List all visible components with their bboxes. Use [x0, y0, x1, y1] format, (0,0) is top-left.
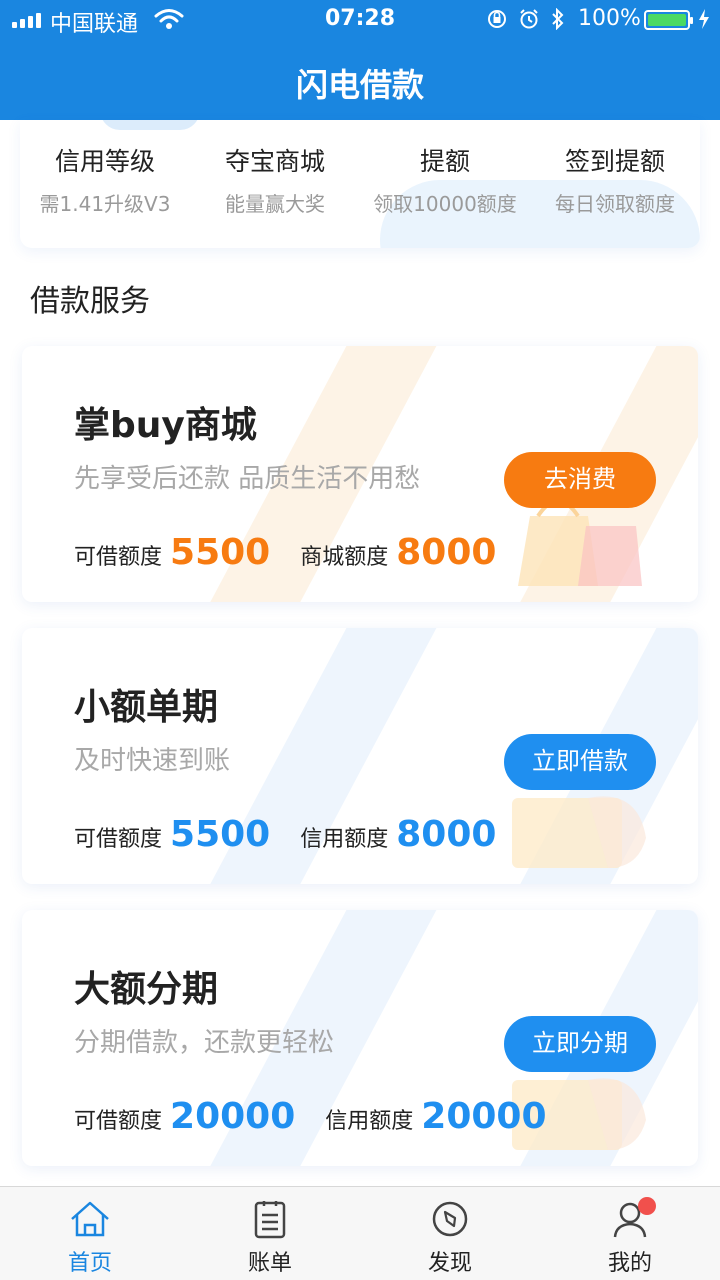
installment-now-button[interactable]: 立即分期 — [504, 1016, 656, 1072]
tab-discover[interactable]: 发现 — [360, 1187, 540, 1280]
loan-card-large-installment[interactable]: 大额分期 分期借款，还款更轻松 立即分期 可借额度 20000 信用额度 200… — [22, 910, 698, 1166]
quick-entries-card: 信用等级 需1.41升级V3 夺宝商城 能量赢大奖 提额 领取10000额度 签… — [20, 120, 700, 248]
quick-entry-subtitle: 领取10000额度 — [373, 192, 517, 216]
home-icon — [71, 1201, 109, 1237]
product-name: 大额分期 — [74, 969, 219, 1010]
orientation-lock-icon — [488, 10, 506, 28]
product-name: 小额单期 — [74, 687, 219, 728]
compass-icon — [432, 1201, 468, 1237]
notification-badge — [638, 1197, 656, 1215]
quick-entry-title: 信用等级 — [54, 147, 155, 176]
credit-quota-value: 8000 — [396, 814, 497, 855]
alarm-icon — [520, 9, 538, 29]
borrow-now-button[interactable]: 立即借款 — [504, 734, 656, 790]
page-title: 闪电借款 — [295, 66, 424, 104]
loan-card-small-single[interactable]: 小额单期 及时快速到账 立即借款 可借额度 5500 信用额度 8000 — [22, 628, 698, 884]
quick-entry-title: 夺宝商城 — [224, 147, 325, 176]
quick-entry-subtitle: 每日领取额度 — [555, 192, 675, 216]
product-description: 分期借款，还款更轻松 — [74, 1028, 335, 1058]
available-quota-value: 20000 — [170, 1096, 296, 1137]
quota-row: 可借额度 20000 信用额度 20000 — [74, 1096, 577, 1137]
quick-entry-treasure-mall[interactable]: 夺宝商城 能量赢大奖 — [190, 120, 360, 248]
available-quota-label: 可借额度 — [74, 827, 163, 852]
bottom-tab-bar: 首页 账单 发现 我的 — [0, 1186, 720, 1280]
quick-entry-subtitle: 能量赢大奖 — [225, 192, 325, 216]
status-icons — [486, 8, 566, 30]
product-description: 先享受后还款 品质生活不用愁 — [74, 464, 421, 494]
bluetooth-icon — [552, 8, 564, 30]
quick-entry-title: 提额 — [419, 147, 470, 176]
bill-icon — [254, 1201, 286, 1239]
tab-home[interactable]: 首页 — [0, 1187, 180, 1280]
top-bar: 中国联通 07:28 100% 闪电借款 — [0, 0, 720, 120]
available-quota-value: 5500 — [170, 814, 271, 855]
loan-card-mall[interactable]: 掌buy商城 先享受后还款 品质生活不用愁 去消费 可借额度 5500 商城额度… — [22, 346, 698, 602]
tab-label: 账单 — [247, 1251, 292, 1276]
battery-icon — [644, 10, 693, 30]
quick-entry-title: 签到提额 — [564, 147, 665, 176]
credit-quota-value: 20000 — [421, 1096, 547, 1137]
product-name: 掌buy商城 — [74, 405, 257, 446]
tab-label: 我的 — [607, 1251, 652, 1276]
tab-label: 首页 — [67, 1251, 112, 1276]
battery-percent: 100% — [578, 6, 641, 31]
mall-quota-value: 8000 — [396, 532, 497, 573]
quota-row: 可借额度 5500 信用额度 8000 — [74, 814, 526, 855]
product-description: 及时快速到账 — [74, 746, 231, 776]
quick-entry-credit-level[interactable]: 信用等级 需1.41升级V3 — [20, 120, 190, 248]
tab-mine[interactable]: 我的 — [540, 1187, 720, 1280]
quick-entry-raise-limit[interactable]: 提额 领取10000额度 — [360, 120, 530, 248]
section-title: 借款服务 — [30, 284, 150, 319]
charging-icon — [699, 9, 709, 29]
available-quota-label: 可借额度 — [74, 1109, 163, 1134]
quick-entry-subtitle: 需1.41升级V3 — [39, 192, 171, 216]
available-quota-label: 可借额度 — [74, 545, 163, 570]
shop-button[interactable]: 去消费 — [504, 452, 656, 508]
available-quota-value: 5500 — [170, 532, 271, 573]
quick-entry-checkin[interactable]: 签到提额 每日领取额度 — [530, 120, 700, 248]
credit-quota-label: 信用额度 — [325, 1109, 414, 1134]
tab-bill[interactable]: 账单 — [180, 1187, 360, 1280]
quota-row: 可借额度 5500 商城额度 8000 — [74, 532, 526, 573]
status-bar: 中国联通 07:28 100% — [0, 0, 720, 40]
credit-quota-label: 信用额度 — [300, 827, 389, 852]
mall-quota-label: 商城额度 — [300, 545, 389, 570]
tab-label: 发现 — [427, 1251, 472, 1276]
